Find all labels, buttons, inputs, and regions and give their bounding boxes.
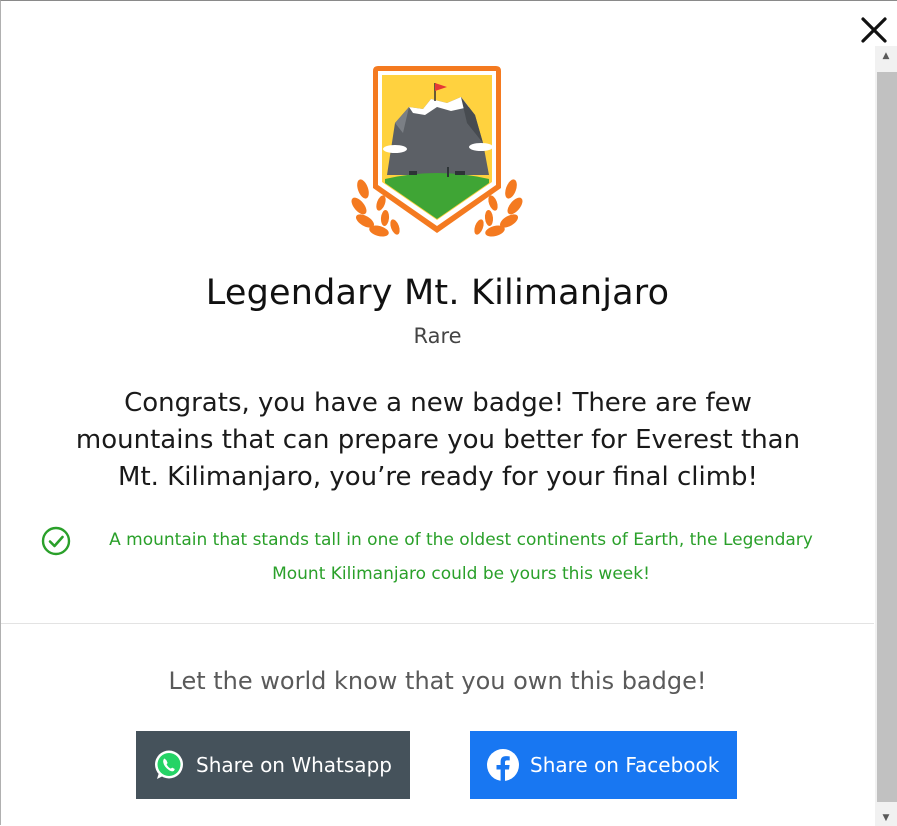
share-prompt: Let the world know that you own this bad… [168,667,707,695]
congrats-message: Congrats, you have a new badge! There ar… [75,388,801,492]
share-facebook-label: Share on Facebook [530,753,720,777]
close-button[interactable] [859,15,889,45]
share-whatsapp-button[interactable]: Share on Whatsapp [136,731,410,799]
divider [1,623,874,624]
share-facebook-button[interactable]: Share on Facebook [470,731,737,799]
scroll-thumb[interactable] [877,72,897,802]
facebook-icon [487,749,519,782]
scrollbar[interactable]: ▲ ▼ [875,46,897,826]
whatsapp-icon [155,750,183,779]
close-icon [861,17,887,43]
check-circle-icon [41,526,71,556]
badge-note: A mountain that stands tall in one of th… [41,523,841,591]
badge-title: Legendary Mt. Kilimanjaro [205,273,670,313]
scroll-up-arrow[interactable]: ▲ [875,48,897,64]
badge-modal: ▲ ▼ Legendary Mt. Kilimanjaro Rare Congr… [0,0,897,826]
kilimanjaro-badge-image [351,66,523,237]
share-whatsapp-label: Share on Whatsapp [196,753,392,777]
badge-note-text: A mountain that stands tall in one of th… [109,530,813,584]
badge-rarity: Rare [413,324,462,348]
scroll-down-arrow[interactable]: ▼ [875,810,897,826]
